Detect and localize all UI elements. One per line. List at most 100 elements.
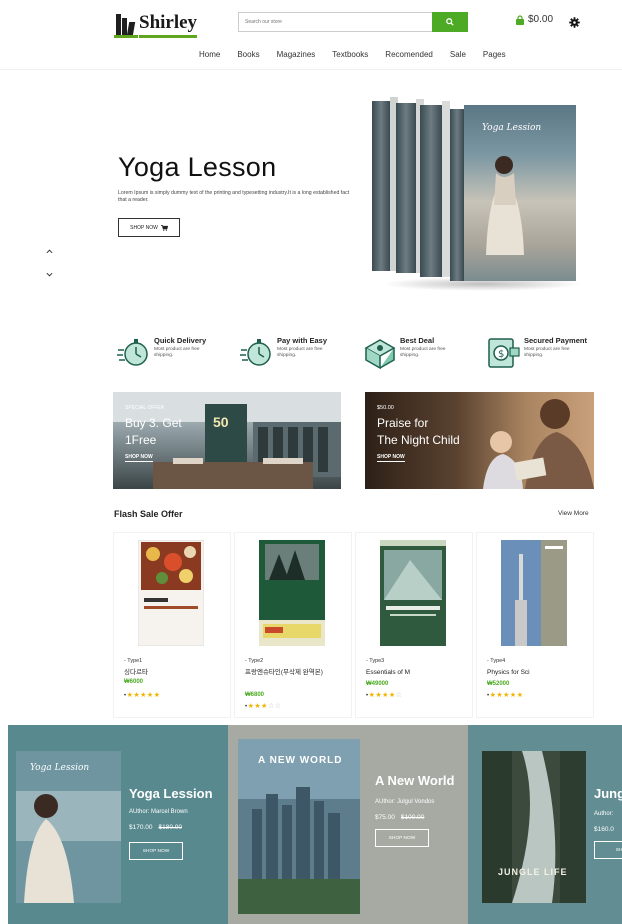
site-header: Shirley $0.00 Home Books Magazines Textb… [0,0,622,70]
product-type: - Type3 [366,658,385,664]
book-cover-image [16,751,121,903]
product-rating: •★★★★★ [487,692,524,699]
product-name: 프랑엔슈타인(무삭제 완역본) [245,669,323,676]
feature-description: Most product are free shipping. [524,347,570,358]
promo-line2: The Night Child [377,433,460,447]
feature-secured-payment: $ Secured Payment Most product are free … [486,334,587,370]
feature-quick-delivery: Quick Delivery Most product are free shi… [116,334,212,370]
search-input[interactable] [238,12,432,32]
feature-description: Most product are free shipping. [277,347,323,358]
logo-books-icon [114,12,138,38]
nav-item-magazines[interactable]: Magazines [277,50,316,59]
carousel-book-price: $160.0 [594,826,614,833]
book-cover-image [259,540,325,646]
feature-description: Most product are free shipping. [400,347,446,358]
nav-item-textbooks[interactable]: Textbooks [332,50,368,59]
promo-line1: Buy 3. Get [125,416,182,430]
slider-next-button[interactable] [44,269,54,279]
search-bar [238,12,468,32]
nav-item-pages[interactable]: Pages [483,50,506,59]
product-card[interactable]: - Type2 프랑엔슈타인(무삭제 완역본) ₩6800 •★★★☆☆ [234,532,352,718]
product-type: - Type2 [245,658,264,664]
book-cover-image [482,751,586,903]
feature-title: Pay with Easy [277,336,328,345]
product-card[interactable]: - Type3 Essentials of M ₩49000 •★★★★☆ [355,532,473,718]
cart-total: $0.00 [528,14,554,25]
product-type: - Type1 [124,658,143,664]
gear-icon [569,17,580,28]
promo-sign-value: 50 [213,414,229,430]
product-type: - Type4 [487,658,506,664]
settings-button[interactable] [569,15,580,33]
promo-line1: Praise for [377,416,429,430]
carousel-book-author: Author: [594,811,614,817]
carousel-slide[interactable]: Yoga Lession Yoga Lession AUthor: Marcel… [8,725,228,924]
hero-button-label: SHOP NOW [130,224,158,231]
carousel-shop-now-button[interactable]: SHO [594,841,622,859]
logo[interactable]: Shirley [114,8,198,38]
features-row: Quick Delivery Most product are free shi… [0,328,622,378]
carousel-book-price: $75.00 $100.00 [375,814,425,821]
nav-item-books[interactable]: Books [237,50,259,59]
product-card[interactable]: - Type1 싱다르타 ₩6000 •★★★★★ [113,532,231,718]
promo-shop-now-link[interactable]: SHOP NOW [125,454,153,462]
carousel-shop-now-button[interactable]: SHOP NOW [129,842,183,860]
hero-book-title: Yoga Lession [482,123,542,133]
product-rating: •★★★☆☆ [245,703,282,710]
chevron-down-icon [46,272,52,277]
nav-item-recomended[interactable]: Recomended [385,50,433,59]
promo-kicker: $50.00 [377,405,394,411]
carousel-book-author: AUthor: Marcel Brown [129,809,188,815]
secure-payment-icon: $ [488,338,520,368]
carousel-cover-title: Yoga Lession [30,763,90,773]
feature-title: Best Deal [400,336,435,345]
hero-shop-now-button[interactable]: SHOP NOW [118,218,180,237]
promo-banner-night-child[interactable]: $50.00 Praise for The Night Child SHOP N… [365,392,594,489]
book-cover-image [138,540,204,646]
logo-text: Shirley [139,11,198,38]
slider-prev-button[interactable] [44,246,54,256]
stopwatch-icon [240,339,271,366]
chevron-up-icon [46,248,52,253]
featured-books-carousel: Yoga Lession Yoga Lession AUthor: Marcel… [8,725,622,924]
view-more-link[interactable]: View More [558,510,589,517]
nav-item-home[interactable]: Home [199,50,220,59]
feature-pay-with-easy: Pay with Easy Most product are free ship… [239,334,335,370]
book-cover-image [380,540,446,646]
promo-banner-buy3[interactable]: 50 SPECIAL OFFER Buy 3. Get 1Free SHOP N… [113,392,341,489]
woman-figure-illustration [486,156,524,255]
search-button[interactable] [432,12,468,32]
hero-description: Lorem Ipsum is simply dummy text of the … [118,190,350,203]
search-icon [446,18,454,26]
promo-line2: 1Free [125,433,157,447]
main-nav: Home Books Magazines Textbooks Recomende… [199,50,523,59]
product-price: ₩52000 [487,681,510,687]
product-name: 싱다르타 [124,669,148,676]
svg-text:$: $ [498,349,504,360]
carousel-book-title: A New World [375,773,455,788]
carousel-slide[interactable]: A NEW WORLD A New World AUthor: Julgul V… [228,725,468,924]
cart-icon [160,224,168,231]
flash-sale-title: Flash Sale Offer [114,509,183,519]
book-cover-image [501,540,567,646]
product-card[interactable]: - Type4 Physics for Sci ₩52000 •★★★★★ [476,532,594,718]
carousel-cover-title: A NEW WORLD [258,755,343,766]
carousel-book-title: Yoga Lession [129,786,213,801]
promo-shop-now-link[interactable]: SHOP NOW [377,454,405,462]
product-rating: •★★★★☆ [366,692,403,699]
deal-box-icon [364,339,396,370]
cart-button[interactable]: $0.00 [515,14,553,25]
product-price: ₩6000 [124,679,144,685]
carousel-shop-now-button[interactable]: SHOP NOW [375,829,429,847]
shopping-bag-icon [516,14,524,25]
feature-best-deal: Best Deal Most product are free shipping… [362,334,458,370]
carousel-slide[interactable]: JUNGLE LIFE Jung Author: $160.0 SHO [468,725,622,924]
carousel-book-title: Jung [594,786,622,801]
product-price: ₩6800 [245,692,265,698]
carousel-cover-title: JUNGLE LIFE [498,867,568,877]
hero-book-stack: Yoga Lession [372,97,592,292]
promo-kicker: SPECIAL OFFER [125,405,165,411]
hero-title: Yoga Lesson [118,152,277,182]
hero-slider: Yoga Lesson Lorem Ipsum is simply dummy … [0,75,622,320]
nav-item-sale[interactable]: Sale [450,50,466,59]
